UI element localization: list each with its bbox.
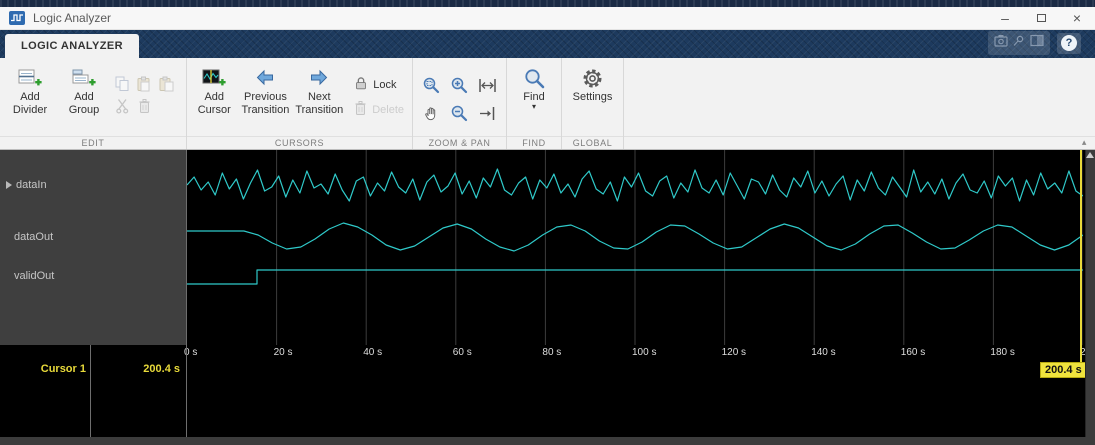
screenshot-icon[interactable]: [994, 34, 1008, 52]
axis-tick-label: 140 s: [811, 347, 836, 358]
axis-tick-label: 20 s: [273, 347, 293, 358]
signal-name: validOut: [14, 270, 55, 282]
add-divider-button[interactable]: Add Divider: [4, 62, 56, 117]
toolbar-section-global: Settings GLOBAL: [562, 58, 624, 149]
delete-icon[interactable]: [134, 96, 154, 116]
signal-row-validOut[interactable]: validOut: [0, 269, 187, 283]
fit-to-view-button[interactable]: [475, 72, 501, 98]
add-cursor-icon: [202, 65, 226, 91]
previous-arrow-icon: [255, 65, 275, 91]
cursor-info-row: Cursor 1 200.4 s: [0, 363, 187, 379]
section-label-edit: EDIT: [0, 136, 186, 149]
axis-tick-label: 160 s: [900, 347, 926, 358]
lock-icon: [353, 75, 369, 94]
section-label-zoom-pan: ZOOM & PAN: [413, 136, 506, 149]
zoom-region-button[interactable]: [419, 72, 445, 98]
add-group-icon: [72, 65, 96, 91]
previous-transition-button[interactable]: Previous Transition: [239, 62, 291, 117]
title-bar: Logic Analyzer – ×: [0, 7, 1095, 30]
section-label-find: FIND: [507, 136, 561, 149]
signal-name: dataIn: [16, 179, 47, 191]
paste-icon[interactable]: [134, 74, 154, 94]
next-arrow-icon: [309, 65, 329, 91]
next-transition-button[interactable]: Next Transition: [293, 62, 345, 117]
right-scrollbar[interactable]: [1085, 150, 1095, 437]
zoom-out-button[interactable]: [447, 100, 473, 126]
add-divider-icon: [18, 65, 42, 91]
zoom-to-cursor-button[interactable]: [475, 100, 501, 126]
expand-icon[interactable]: [6, 181, 12, 189]
toolbar-section-zoom-pan: ZOOM & PAN: [413, 58, 507, 149]
toolbar-section-cursors: Add Cursor Previous Transition Next Tran…: [187, 58, 413, 149]
zoom-pan-grid: [419, 72, 501, 126]
lock-delete-column: Lock Delete: [353, 75, 404, 119]
axis-tick-label: 40 s: [363, 347, 383, 358]
logic-analyzer-app-icon: [9, 11, 25, 25]
help-icon: ?: [1061, 35, 1077, 51]
cursor-value-box[interactable]: 200.4 s: [1040, 362, 1087, 378]
settings-gear-icon: [581, 65, 604, 91]
delete-cursor-icon: [353, 100, 368, 119]
waveform-display: dataIn dataOut validOut 0 s 20 s 40 s 60 s8…: [0, 150, 1095, 445]
time-axis: 0 s 20 s 40 s 60 s 80 s 100 s 120 s 140 s 160 s1…: [184, 347, 1095, 361]
edit-icon-cluster: [112, 74, 176, 116]
waveform-canvas[interactable]: [187, 150, 1083, 345]
tab-label: LOGIC ANALYZER: [21, 40, 123, 52]
maximize-button[interactable]: [1023, 7, 1059, 29]
section-label-cursors: CURSORS: [187, 136, 412, 149]
settings-button[interactable]: Settings: [566, 62, 619, 104]
window-controls: – ×: [987, 7, 1095, 29]
find-icon: [523, 65, 546, 91]
lock-button[interactable]: Lock: [353, 75, 404, 94]
copy-icon[interactable]: [112, 74, 132, 94]
minimize-button[interactable]: –: [987, 7, 1023, 29]
collapse-toolstrip-icon[interactable]: ▴: [1082, 136, 1087, 148]
add-cursor-button[interactable]: Add Cursor: [191, 62, 237, 117]
close-button[interactable]: ×: [1059, 7, 1095, 29]
dock-icon[interactable]: [1030, 34, 1044, 52]
section-label-global: GLOBAL: [562, 136, 623, 149]
cursor-value-label: 200.4 s: [143, 363, 180, 375]
duplicate-icon[interactable]: [156, 74, 176, 94]
toolstrip-filler: ▴: [624, 58, 1095, 149]
cut-icon[interactable]: [112, 96, 132, 116]
maximize-icon: [1036, 14, 1046, 22]
signal-name: dataOut: [14, 231, 54, 243]
window-top-edge: [0, 0, 1095, 7]
quick-tools: [988, 31, 1050, 55]
add-group-button[interactable]: Add Group: [58, 62, 110, 117]
axis-tick-label: 100 s: [632, 347, 657, 358]
bottom-status-strip: [0, 437, 1095, 445]
time-cursor-line[interactable]: [1080, 150, 1082, 363]
pan-button[interactable]: [419, 100, 445, 126]
cursor-name-label: Cursor 1: [40, 363, 86, 375]
axis-tick-label: 80 s: [542, 347, 562, 358]
find-button[interactable]: Find ▾: [511, 62, 557, 110]
axis-tick-label: 180 s: [990, 347, 1015, 358]
tab-bar-tools: ?: [988, 31, 1081, 55]
toolstrip-tab-bar: LOGIC ANALYZER ?: [0, 30, 1095, 58]
cursor-column-divider[interactable]: [90, 345, 91, 437]
help-button[interactable]: ?: [1057, 32, 1081, 54]
panel-divider[interactable]: [186, 150, 187, 437]
signal-row-dataOut[interactable]: dataOut: [0, 230, 187, 244]
toolbar-section-edit: Add Divider Add Group EDIT: [0, 58, 187, 149]
axis-tick-label: 60 s: [452, 347, 472, 358]
zoom-in-button[interactable]: [447, 72, 473, 98]
signal-name-panel: dataIn dataOut validOut: [0, 150, 187, 345]
tab-logic-analyzer[interactable]: LOGIC ANALYZER: [5, 34, 139, 58]
window-title: Logic Analyzer: [33, 11, 112, 25]
toolstrip: Add Divider Add Group EDIT Add Cursor Pr…: [0, 58, 1095, 150]
collapse-panel-icon[interactable]: [1086, 152, 1094, 158]
axis-tick-label: 120 s: [721, 347, 747, 358]
toolbar-section-find: Find ▾ FIND: [507, 58, 562, 149]
pin-icon[interactable]: [1012, 34, 1026, 52]
find-dropdown-caret-icon: ▾: [531, 101, 536, 111]
delete-cursor-button[interactable]: Delete: [353, 100, 404, 119]
signal-row-dataIn[interactable]: dataIn: [0, 178, 187, 192]
logic-analyzer-window: Logic Analyzer – × LOGIC ANALYZER ? Add …: [0, 0, 1095, 445]
